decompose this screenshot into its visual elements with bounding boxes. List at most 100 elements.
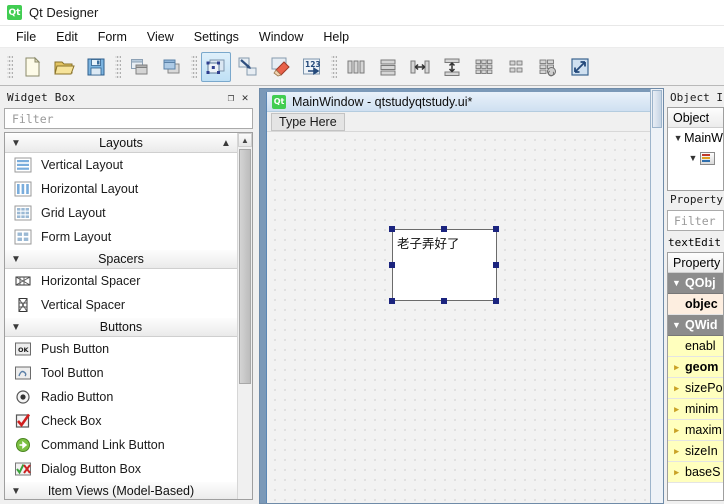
scroll-up-icon[interactable]: ▲ bbox=[238, 133, 252, 147]
object-tree-row-mainwindow[interactable]: ▼ MainW bbox=[668, 128, 723, 148]
property-group-qwidget[interactable]: ▼ QWid bbox=[668, 315, 723, 336]
menu-form[interactable]: Form bbox=[88, 28, 137, 46]
widget-item-horizontal-spacer[interactable]: Horizontal Spacer bbox=[5, 269, 237, 293]
property-label: baseS bbox=[685, 465, 721, 479]
menu-help[interactable]: Help bbox=[313, 28, 359, 46]
toolbar-grip-3[interactable] bbox=[191, 54, 197, 79]
resize-handle-top-center[interactable] bbox=[441, 226, 447, 232]
widget-item-radio-button[interactable]: Radio Button bbox=[5, 385, 237, 409]
adjust-size-icon[interactable] bbox=[565, 52, 595, 82]
menu-window[interactable]: Window bbox=[249, 28, 313, 46]
mdi-vertical-scrollbar[interactable] bbox=[650, 89, 663, 503]
qt-designer-window: Qt Qt Designer File Edit Form View Setti… bbox=[0, 0, 724, 504]
widget-category-label: Layouts bbox=[99, 136, 143, 150]
object-tree-row-child[interactable]: ▼ bbox=[668, 148, 723, 168]
resize-handle-middle-right[interactable] bbox=[493, 262, 499, 268]
layout-form-icon[interactable] bbox=[501, 52, 531, 82]
mdi-scrollbar-thumb[interactable] bbox=[652, 90, 662, 128]
property-row-enabled[interactable]: enabl bbox=[668, 336, 723, 357]
widget-item-vertical-spacer[interactable]: Vertical Spacer bbox=[5, 293, 237, 317]
widget-item-vertical-layout[interactable]: Vertical Layout bbox=[5, 153, 237, 177]
widget-item-command-link-button[interactable]: Command Link Button bbox=[5, 433, 237, 457]
chevron-down-icon: ▼ bbox=[11, 321, 21, 333]
resize-handle-top-right[interactable] bbox=[493, 226, 499, 232]
widget-box-scrollbar[interactable]: ▲ bbox=[237, 133, 252, 499]
horizontal-layout-icon bbox=[13, 180, 33, 198]
menu-view[interactable]: View bbox=[137, 28, 184, 46]
chevron-right-icon[interactable]: ▸ bbox=[668, 404, 685, 415]
widget-category-spacers[interactable]: ▼ Spacers bbox=[5, 249, 237, 269]
layout-grid-icon[interactable] bbox=[469, 52, 499, 82]
property-row-basesize[interactable]: ▸ baseS bbox=[668, 462, 723, 483]
resize-handle-bottom-right[interactable] bbox=[493, 298, 499, 304]
tile-windows-icon[interactable] bbox=[157, 52, 187, 82]
resize-handle-bottom-left[interactable] bbox=[389, 298, 395, 304]
widget-category-buttons[interactable]: ▼ Buttons bbox=[5, 317, 237, 337]
edit-buddies-icon[interactable] bbox=[265, 52, 295, 82]
widget-item-dialog-button-box[interactable]: Dialog Button Box bbox=[5, 457, 237, 481]
widget-box-filter-input[interactable] bbox=[10, 110, 247, 127]
property-row-sizepolicy[interactable]: ▸ sizePo bbox=[668, 378, 723, 399]
widget-item-check-box[interactable]: Check Box bbox=[5, 409, 237, 433]
open-folder-icon[interactable] bbox=[49, 52, 79, 82]
edit-signals-slots-icon[interactable] bbox=[233, 52, 263, 82]
restore-icon[interactable]: ❐ bbox=[224, 91, 238, 105]
layout-splitter-horizontal-icon[interactable] bbox=[405, 52, 435, 82]
chevron-down-icon[interactable]: ▼ bbox=[686, 153, 700, 163]
chevron-right-icon[interactable]: ▸ bbox=[668, 467, 685, 478]
chevron-right-icon[interactable]: ▸ bbox=[668, 383, 685, 394]
layout-splitter-vertical-icon[interactable] bbox=[437, 52, 467, 82]
property-editor-filter[interactable] bbox=[667, 210, 724, 231]
menu-type-here-placeholder[interactable]: Type Here bbox=[271, 112, 345, 131]
widget-category-item-views[interactable]: ▼ Item Views (Model-Based) bbox=[5, 481, 237, 499]
menu-edit[interactable]: Edit bbox=[46, 28, 88, 46]
new-form-icon[interactable] bbox=[17, 52, 47, 82]
form-menu-bar: Type Here bbox=[267, 112, 663, 132]
widget-item-tool-button[interactable]: Tool Button bbox=[5, 361, 237, 385]
toolbar-grip[interactable] bbox=[7, 54, 13, 79]
property-editor-filter-input[interactable] bbox=[672, 212, 723, 229]
resize-handle-middle-left[interactable] bbox=[389, 262, 395, 268]
scrollbar-thumb[interactable] bbox=[239, 149, 251, 384]
textedit-widget[interactable]: 老子弄好了 bbox=[392, 229, 497, 301]
main-toolbar: 123 bbox=[0, 48, 724, 86]
resize-handle-bottom-center[interactable] bbox=[441, 298, 447, 304]
chevron-right-icon[interactable]: ▸ bbox=[668, 362, 685, 373]
property-label: sizePo bbox=[685, 381, 723, 395]
menu-settings[interactable]: Settings bbox=[184, 28, 249, 46]
property-row-sizeincrement[interactable]: ▸ sizeIn bbox=[668, 441, 723, 462]
break-layout-icon[interactable] bbox=[533, 52, 563, 82]
chevron-right-icon[interactable]: ▸ bbox=[668, 425, 685, 436]
cascade-windows-icon[interactable] bbox=[125, 52, 155, 82]
chevron-down-icon[interactable]: ▼ bbox=[672, 133, 684, 143]
form-window: Qt MainWindow - qtstudyqtstudy.ui* Type … bbox=[266, 92, 663, 503]
menu-file[interactable]: File bbox=[6, 28, 46, 46]
toolbar-grip-2[interactable] bbox=[115, 54, 121, 79]
edit-tab-order-icon[interactable]: 123 bbox=[297, 52, 327, 82]
property-group-qobject[interactable]: ▼ QObj bbox=[668, 273, 723, 294]
widget-item-horizontal-layout[interactable]: Horizontal Layout bbox=[5, 177, 237, 201]
chevron-down-icon[interactable]: ▼ bbox=[668, 320, 685, 330]
chevron-down-icon: ▼ bbox=[11, 485, 21, 497]
form-window-title-bar[interactable]: Qt MainWindow - qtstudyqtstudy.ui* bbox=[267, 92, 663, 112]
property-row-maximumsize[interactable]: ▸ maxim bbox=[668, 420, 723, 441]
save-floppy-icon[interactable] bbox=[81, 52, 111, 82]
property-row-minimumsize[interactable]: ▸ minim bbox=[668, 399, 723, 420]
widget-item-push-button[interactable]: OK Push Button bbox=[5, 337, 237, 361]
command-link-button-icon bbox=[13, 436, 33, 454]
chevron-right-icon[interactable]: ▸ bbox=[668, 446, 685, 457]
close-icon[interactable]: ✕ bbox=[238, 91, 252, 105]
property-row-geometry[interactable]: ▸ geom bbox=[668, 357, 723, 378]
resize-handle-top-left[interactable] bbox=[389, 226, 395, 232]
widget-category-layouts[interactable]: ▼ Layouts ▲ bbox=[5, 133, 237, 153]
edit-widgets-icon[interactable] bbox=[201, 51, 231, 82]
property-row-objectname[interactable]: objec bbox=[668, 294, 723, 315]
layout-vertically-icon[interactable] bbox=[373, 52, 403, 82]
chevron-down-icon[interactable]: ▼ bbox=[668, 278, 685, 288]
form-canvas[interactable]: 老子弄好了 bbox=[267, 132, 663, 503]
layout-horizontally-icon[interactable] bbox=[341, 52, 371, 82]
widget-box-filter[interactable] bbox=[4, 108, 253, 129]
toolbar-grip-4[interactable] bbox=[331, 54, 337, 79]
widget-item-grid-layout[interactable]: Grid Layout bbox=[5, 201, 237, 225]
widget-item-form-layout[interactable]: Form Layout bbox=[5, 225, 237, 249]
